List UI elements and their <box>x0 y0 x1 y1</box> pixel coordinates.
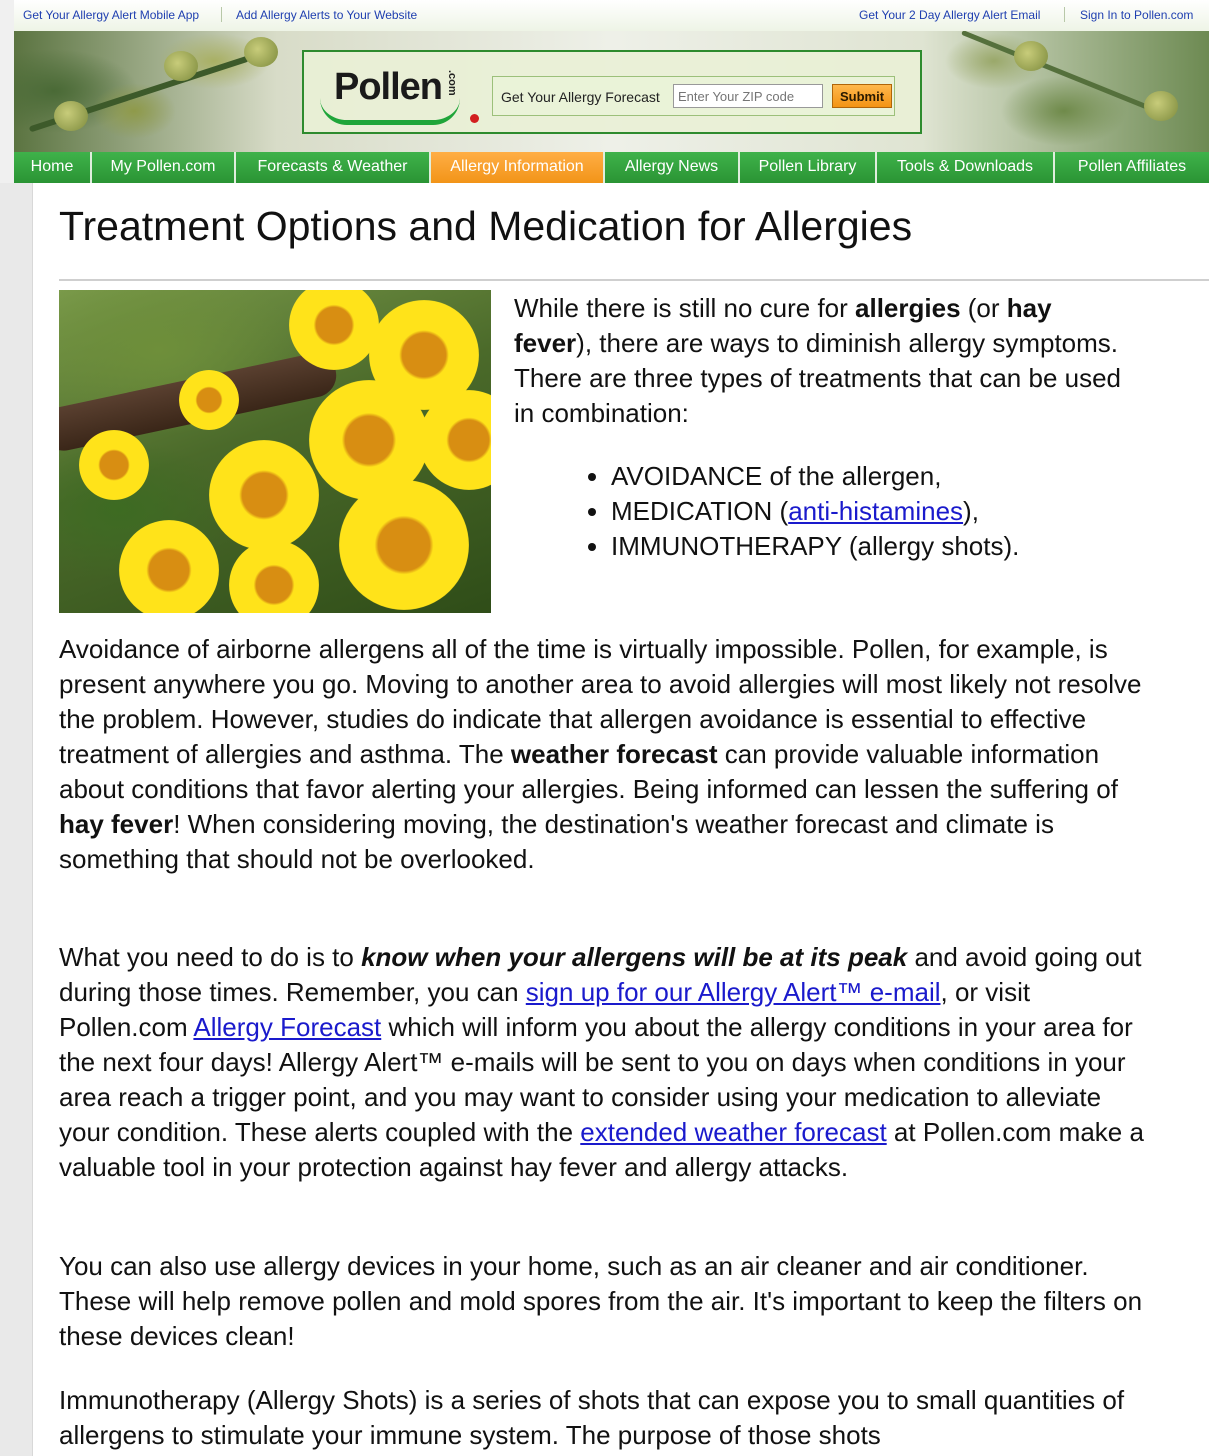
nav-pollen-affiliates[interactable]: Pollen Affiliates <box>1055 152 1209 183</box>
header-banner: Pollen .com Get Your Allergy Forecast Su… <box>14 31 1209 152</box>
paragraph-text: What you need to do is to <box>59 942 362 972</box>
devices-paragraph: You can also use allergy devices in your… <box>59 1251 1143 1351</box>
list-item-text: ), <box>963 496 979 526</box>
banner-bud <box>1144 91 1178 121</box>
email-alert-link[interactable]: Get Your 2 Day Allergy Alert Email <box>859 8 1040 22</box>
yellow-flower <box>209 440 319 550</box>
submit-button[interactable]: Submit <box>832 84 892 108</box>
page-title: Treatment Options and Medication for All… <box>59 203 913 249</box>
nav-forecasts-weather[interactable]: Forecasts & Weather <box>236 152 431 183</box>
yellow-flower <box>339 480 469 610</box>
utility-bar: Get Your Allergy Alert Mobile App Add Al… <box>14 0 1209 32</box>
nav-allergy-information[interactable]: Allergy Information <box>431 152 605 183</box>
nav-home[interactable]: Home <box>14 152 92 183</box>
mobile-app-link[interactable]: Get Your Allergy Alert Mobile App <box>23 8 199 22</box>
bold-hay-fever: hay fever <box>59 809 174 839</box>
alerts-paragraph: What you need to do is to know when your… <box>59 940 1149 1185</box>
anti-histamines-link[interactable]: anti-histamines <box>788 496 963 526</box>
intro-bold-allergies: allergies <box>855 293 961 323</box>
nav-my-pollen[interactable]: My Pollen.com <box>92 152 236 183</box>
logo-dot-icon <box>470 114 479 123</box>
zip-code-input[interactable] <box>673 84 823 108</box>
banner-bud <box>1014 41 1048 71</box>
add-alerts-link[interactable]: Add Allergy Alerts to Your Website <box>236 8 417 22</box>
main-nav: Home My Pollen.com Forecasts & Weather A… <box>14 152 1209 183</box>
list-item-text: AVOIDANCE of the allergen, <box>611 461 942 491</box>
logo-suffix: .com <box>446 70 458 96</box>
yellow-flower <box>289 290 379 370</box>
nav-allergy-news[interactable]: Allergy News <box>605 152 740 183</box>
bold-weather-forecast: weather forecast <box>510 739 718 769</box>
treatment-list: AVOIDANCE of the allergen, MEDICATION (a… <box>583 459 1019 564</box>
banner-bud <box>54 101 88 131</box>
yellow-flowers-image <box>59 290 491 613</box>
intro-text: (or <box>960 293 1007 323</box>
article-content: Treatment Options and Medication for All… <box>32 183 1209 1456</box>
paragraph-text: ! When considering moving, the destinati… <box>59 809 1054 874</box>
list-item-text: MEDICATION ( <box>611 496 789 526</box>
yellow-flower <box>79 430 149 500</box>
allergy-forecast-link[interactable]: Allergy Forecast <box>193 1012 381 1042</box>
intro-text: ), there are ways to diminish allergy sy… <box>514 328 1122 428</box>
bold-italic-peak: know when your allergens will be at its … <box>361 942 908 972</box>
nav-tools-downloads[interactable]: Tools & Downloads <box>877 152 1055 183</box>
intro-paragraph: While there is still no cure for allergi… <box>514 291 1134 431</box>
pollen-logo[interactable]: Pollen .com <box>320 64 479 125</box>
banner-bud <box>244 37 278 67</box>
list-item: AVOIDANCE of the allergen, <box>611 459 1019 494</box>
immunotherapy-paragraph: Immunotherapy (Allergy Shots) is a serie… <box>59 1385 1125 1450</box>
banner-plant-stem <box>961 31 1167 118</box>
yellow-flower <box>119 520 219 613</box>
forecast-search-panel: Pollen .com Get Your Allergy Forecast Su… <box>302 50 922 134</box>
list-item-text: IMMUNOTHERAPY (allergy shots). <box>611 531 1020 561</box>
yellow-flower <box>179 370 239 430</box>
divider <box>1064 7 1065 22</box>
sign-in-link[interactable]: Sign In to Pollen.com <box>1080 8 1193 22</box>
zip-forecast-form: Get Your Allergy Forecast Submit <box>492 76 895 116</box>
divider <box>221 7 222 22</box>
yellow-flower <box>229 540 319 613</box>
list-item: IMMUNOTHERAPY (allergy shots). <box>611 529 1019 564</box>
allergy-alert-email-link[interactable]: sign up for our Allergy Alert™ e-mail <box>526 977 941 1007</box>
forecast-label: Get Your Allergy Forecast <box>501 89 660 105</box>
list-item: MEDICATION (anti-histamines), <box>611 494 1019 529</box>
intro-text: While there is still no cure for <box>514 293 856 323</box>
extended-weather-forecast-link[interactable]: extended weather forecast <box>580 1117 886 1147</box>
left-gutter <box>0 183 32 1456</box>
avoidance-paragraph: Avoidance of airborne allergens all of t… <box>59 632 1149 877</box>
logo-text: Pollen <box>334 66 443 108</box>
nav-pollen-library[interactable]: Pollen Library <box>740 152 877 183</box>
banner-bud <box>164 51 198 81</box>
title-divider <box>59 279 1209 281</box>
